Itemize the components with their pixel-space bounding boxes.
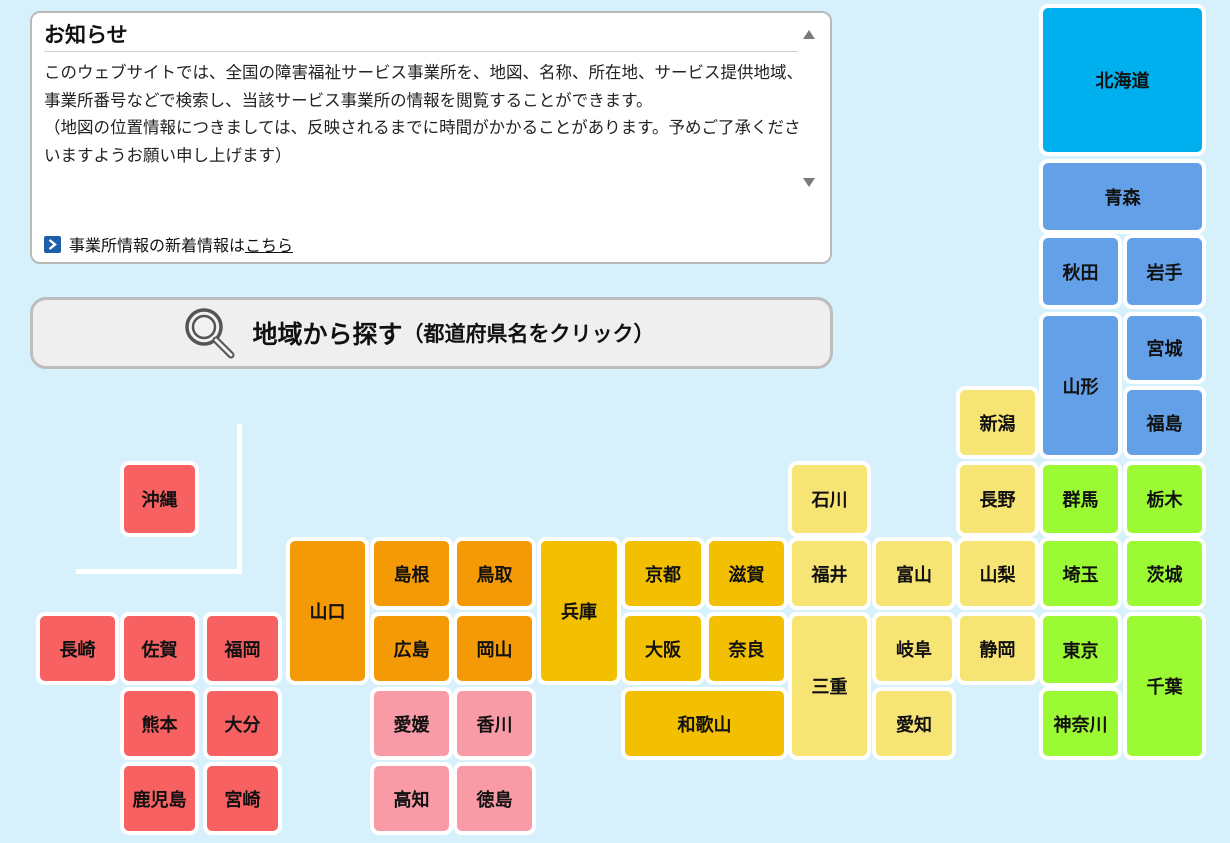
notice-body: このウェブサイトでは、全国の障害福祉サービス事業所を、地図、名称、所在地、サービ… [44, 59, 804, 189]
prefecture-osaka[interactable]: 大阪 [621, 612, 705, 685]
prefecture-yamaguchi[interactable]: 山口 [286, 537, 369, 685]
prefecture-mie[interactable]: 三重 [788, 612, 871, 760]
prefecture-hiroshima[interactable]: 広島 [370, 612, 453, 685]
prefecture-wakayama[interactable]: 和歌山 [621, 687, 788, 760]
prefecture-fukushima[interactable]: 福島 [1123, 386, 1206, 459]
news-link-prefix: 事業所情報の新着情報は [69, 236, 246, 255]
notice-title: お知らせ [44, 21, 798, 52]
prefecture-ishikawa[interactable]: 石川 [788, 461, 871, 537]
prefecture-oita[interactable]: 大分 [203, 687, 282, 760]
prefecture-chiba[interactable]: 千葉 [1123, 612, 1206, 760]
prefecture-kanagawa[interactable]: 神奈川 [1039, 687, 1122, 760]
prefecture-gifu[interactable]: 岐阜 [872, 612, 956, 685]
search-by-region-button[interactable]: 地域から探す （都道府県名をクリック） [30, 297, 833, 369]
prefecture-fukui[interactable]: 福井 [788, 537, 871, 610]
prefecture-tottori[interactable]: 鳥取 [453, 537, 536, 610]
prefecture-hokkaido[interactable]: 北海道 [1039, 4, 1206, 156]
prefecture-ehime[interactable]: 愛媛 [370, 687, 453, 760]
prefecture-okinawa[interactable]: 沖縄 [120, 461, 199, 537]
scroll-down-arrow-icon[interactable] [803, 178, 815, 187]
prefecture-gunma[interactable]: 群馬 [1039, 461, 1122, 537]
prefecture-akita[interactable]: 秋田 [1039, 234, 1122, 309]
scroll-up-arrow-icon[interactable] [803, 30, 815, 39]
prefecture-iwate[interactable]: 岩手 [1123, 234, 1206, 309]
prefecture-ibaraki[interactable]: 茨城 [1123, 537, 1206, 610]
news-link[interactable]: こちら [245, 232, 293, 256]
prefecture-yamagata[interactable]: 山形 [1039, 312, 1122, 459]
okinawa-inset-divider-vertical [237, 424, 242, 574]
prefecture-miyagi[interactable]: 宮城 [1123, 312, 1206, 384]
news-link-row: 事業所情報の新着情報は こちら [44, 232, 293, 256]
prefecture-hyogo[interactable]: 兵庫 [537, 537, 621, 685]
prefecture-nagasaki[interactable]: 長崎 [36, 612, 119, 685]
prefecture-okayama[interactable]: 岡山 [453, 612, 536, 685]
prefecture-kagawa[interactable]: 香川 [453, 687, 536, 760]
prefecture-miyazaki[interactable]: 宮崎 [203, 762, 282, 835]
prefecture-tokushima[interactable]: 徳島 [453, 762, 536, 835]
prefecture-kagoshima[interactable]: 鹿児島 [120, 762, 199, 835]
chevron-right-icon [44, 235, 61, 253]
prefecture-nara[interactable]: 奈良 [705, 612, 788, 685]
prefecture-nagano[interactable]: 長野 [956, 461, 1039, 537]
search-by-region-label: 地域から探す [252, 320, 403, 349]
prefecture-tochigi[interactable]: 栃木 [1123, 461, 1206, 537]
prefecture-shiga[interactable]: 滋賀 [705, 537, 788, 610]
prefecture-shizuoka[interactable]: 静岡 [956, 612, 1039, 685]
prefecture-aichi[interactable]: 愛知 [872, 687, 956, 760]
notice-panel: お知らせ このウェブサイトでは、全国の障害福祉サービス事業所を、地図、名称、所在… [30, 11, 832, 264]
prefecture-fukuoka[interactable]: 福岡 [203, 612, 282, 685]
prefecture-shimane[interactable]: 島根 [370, 537, 453, 610]
notice-scrollbar[interactable] [800, 21, 818, 201]
prefecture-saga[interactable]: 佐賀 [120, 612, 199, 685]
prefecture-kumamoto[interactable]: 熊本 [120, 687, 199, 760]
prefecture-yamanashi[interactable]: 山梨 [956, 537, 1039, 610]
prefecture-saitama[interactable]: 埼玉 [1039, 537, 1122, 610]
prefecture-aomori[interactable]: 青森 [1039, 159, 1206, 234]
search-by-region-hint: （都道府県名をクリック） [402, 322, 655, 346]
prefecture-toyama[interactable]: 富山 [872, 537, 956, 610]
notice-body-paragraph-2: （地図の位置情報につきましては、反映されるまでに時間がかかることがあります。予め… [44, 118, 801, 165]
prefecture-kyoto[interactable]: 京都 [621, 537, 705, 610]
okinawa-inset-divider-horizontal [76, 569, 242, 574]
prefecture-tokyo[interactable]: 東京 [1039, 612, 1122, 687]
notice-body-paragraph-1: このウェブサイトでは、全国の障害福祉サービス事業所を、地図、名称、所在地、サービ… [44, 63, 803, 110]
magnifier-icon [182, 305, 238, 361]
prefecture-niigata[interactable]: 新潟 [956, 386, 1039, 459]
prefecture-kochi[interactable]: 高知 [370, 762, 453, 835]
